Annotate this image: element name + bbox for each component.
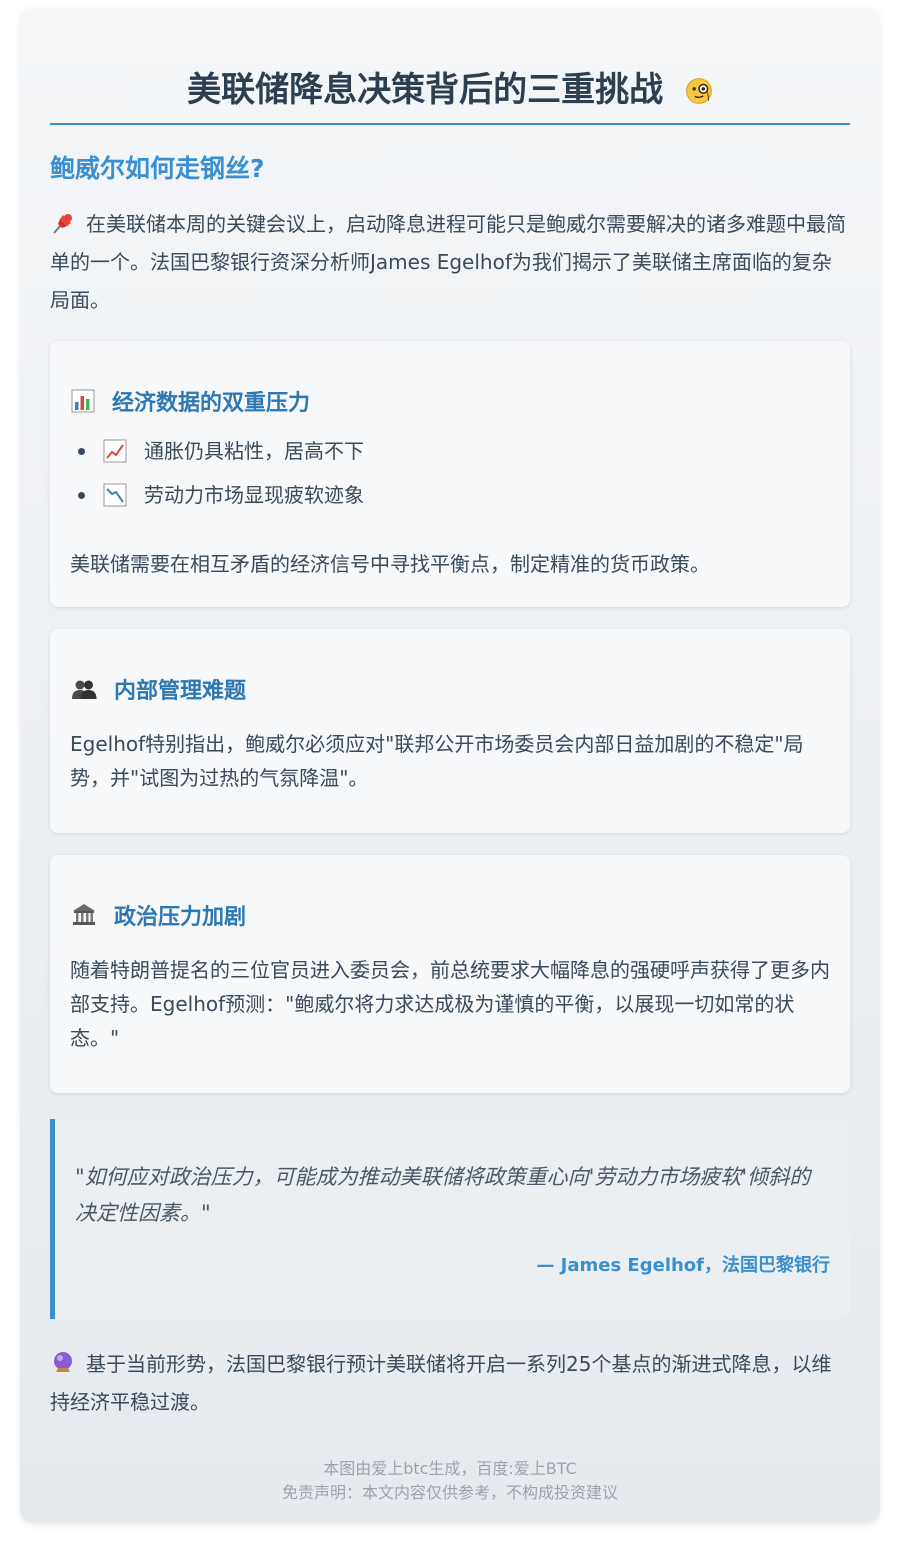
busts-in-silhouette-icon <box>72 680 97 699</box>
list-item-text: 通胀仍具粘性，居高不下 <box>144 439 364 463</box>
classical-building-icon <box>73 904 95 925</box>
bar-chart-icon <box>71 389 95 413</box>
section-body: 随着特朗普提名的三位官员进入委员会，前总统要求大幅降息的强硬呼声获得了更多内部支… <box>70 958 830 1050</box>
outro-text: 基于当前形势，法国巴黎银行预计美联储将开启一系列25个基点的渐进式降息，以维持经… <box>50 1352 832 1414</box>
section-body: 美联储需要在相互矛盾的经济信号中寻找平衡点，制定精准的货币政策。 <box>70 552 710 576</box>
list-item: 劳动力市场显现疲软迹象 <box>70 473 830 517</box>
pushpin-icon <box>53 214 72 234</box>
chart-increasing-icon <box>103 439 127 463</box>
page-title-text: 美联储降息决策背后的三重挑战 <box>187 70 664 110</box>
section-political-pressure: 政治压力加剧 随着特朗普提名的三位官员进入委员会，前总统要求大幅降息的强硬呼声获… <box>50 855 850 1093</box>
intro-paragraph: 在美联储本周的关键会议上，启动降息进程可能只是鲍威尔需要解决的诸多难题中最简单的… <box>50 205 850 319</box>
chart-decreasing-icon <box>103 483 127 507</box>
crystal-ball-icon <box>54 1352 72 1372</box>
monocle-face-icon <box>685 78 712 104</box>
section-title: 经济数据的双重压力 <box>112 391 311 416</box>
footer-attribution: 本图由爱上btc生成，百度:爱上BTC <box>323 1459 577 1478</box>
list-item-text: 劳动力市场显现疲软迹象 <box>144 483 364 507</box>
page-title: 美联储降息决策背后的三重挑战 <box>50 68 850 112</box>
pressure-list: 通胀仍具粘性，居高不下 劳动力市场显现疲软迹象 <box>70 429 830 517</box>
list-item: 通胀仍具粘性，居高不下 <box>70 429 830 473</box>
section-header: 政治压力加剧 <box>70 899 830 931</box>
quote-text: "如何应对政治压力，可能成为推动美联储将政策重心向'劳动力市场疲软'倾斜的决定性… <box>75 1165 811 1225</box>
quote-source: — James Egelhof，法国巴黎银行 <box>536 1255 830 1276</box>
section-subtitle: 鲍威尔如何走钢丝? <box>50 154 265 183</box>
footer-disclaimer: 免责声明：本文内容仅供参考，不构成投资建议 <box>281 1483 618 1502</box>
intro-text: 在美联储本周的关键会议上，启动降息进程可能只是鲍威尔需要解决的诸多难题中最简单的… <box>50 212 846 312</box>
quote-block: "如何应对政治压力，可能成为推动美联储将政策重心向'劳动力市场疲软'倾斜的决定性… <box>50 1119 850 1319</box>
section-economic-pressure: 经济数据的双重压力 通胀仍具粘性，居高不下 劳动力市场显现疲软迹象 美联储需要在… <box>50 341 850 607</box>
section-header: 内部管理难题 <box>70 673 830 705</box>
outro-paragraph: 基于当前形势，法国巴黎银行预计美联储将开启一系列25个基点的渐进式降息，以维持经… <box>50 1345 850 1421</box>
title-divider <box>50 123 850 125</box>
section-body: Egelhof特别指出，鲍威尔必须应对"联邦公开市场委员会内部日益加剧的不稳定"… <box>70 732 804 790</box>
section-internal-management: 内部管理难题 Egelhof特别指出，鲍威尔必须应对"联邦公开市场委员会内部日益… <box>50 629 850 833</box>
section-header: 经济数据的双重压力 <box>70 385 830 417</box>
footer: 本图由爱上btc生成，百度:爱上BTC 免责声明：本文内容仅供参考，不构成投资建… <box>50 1457 850 1505</box>
section-title: 政治压力加剧 <box>114 905 247 930</box>
section-title: 内部管理难题 <box>114 679 247 704</box>
article-card: 美联储降息决策背后的三重挑战 鲍威尔如何走钢丝? 在美联储本周的关键会议上，启动… <box>20 8 880 1523</box>
